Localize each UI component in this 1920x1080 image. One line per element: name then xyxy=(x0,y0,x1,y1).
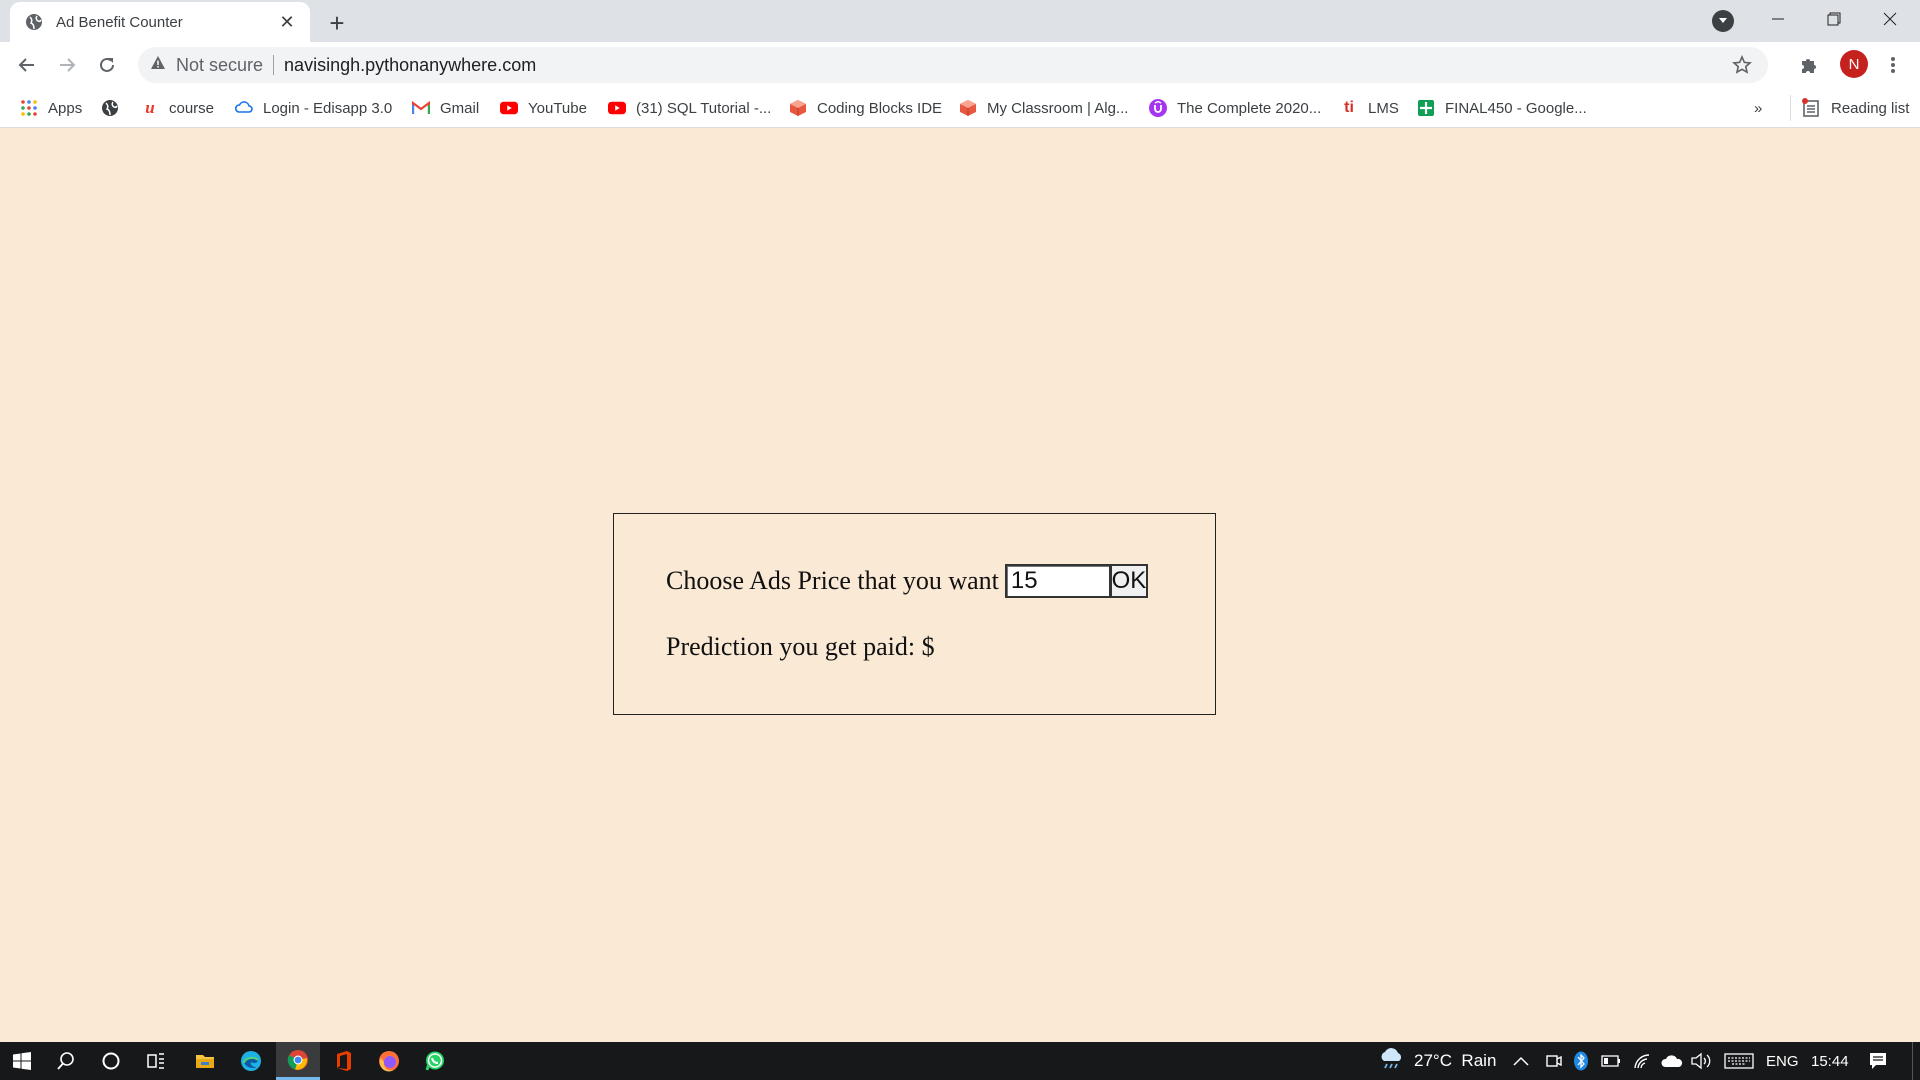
tab-search-icon[interactable] xyxy=(1712,10,1734,32)
tab-ad-benefit-counter[interactable]: Ad Benefit Counter ✕ xyxy=(10,2,310,42)
gmail-icon xyxy=(412,99,430,117)
ok-button[interactable]: OK xyxy=(1109,564,1148,598)
bookmark-udemy-course[interactable]: The Complete 2020... xyxy=(1149,95,1321,121)
forward-button[interactable] xyxy=(52,50,82,80)
extensions-puzzle-icon[interactable] xyxy=(1797,53,1821,77)
whatsapp-icon[interactable] xyxy=(413,1042,457,1080)
address-bar[interactable]: Not secure navisingh.pythonanywhere.com xyxy=(138,47,1768,83)
task-view-icon[interactable] xyxy=(134,1042,178,1080)
bookmark-star-icon[interactable] xyxy=(1730,53,1754,77)
cloud-icon xyxy=(235,99,253,117)
edge-icon[interactable] xyxy=(229,1042,273,1080)
apps-grid-icon xyxy=(20,99,38,117)
battery-icon[interactable] xyxy=(1601,1042,1621,1080)
back-button[interactable] xyxy=(12,50,42,80)
bookmark-label: The Complete 2020... xyxy=(1177,99,1322,117)
bookmark-label: My Classroom | Alg... xyxy=(987,99,1129,117)
tab-strip: Ad Benefit Counter ✕ + xyxy=(0,0,1920,42)
bookmark-coding-blocks[interactable]: Coding Blocks IDE xyxy=(789,95,942,121)
bluetooth-icon[interactable] xyxy=(1573,1042,1589,1080)
chrome-taskbar-icon[interactable] xyxy=(276,1042,320,1080)
bookmarks-bar: Apps u course Login - Edisapp 3.0 Gmail … xyxy=(0,88,1920,128)
weather-widget[interactable]: 27°C Rain xyxy=(1378,1042,1496,1080)
windows-taskbar: 27°C Rain ENG 15:44 xyxy=(0,1042,1920,1080)
udemy-icon xyxy=(1149,99,1167,117)
meet-now-icon[interactable] xyxy=(1545,1042,1563,1080)
bookmark-label: YouTube xyxy=(528,99,587,117)
chevron-up-icon[interactable] xyxy=(1513,1042,1529,1080)
bookmark-sql-tutorial[interactable]: (31) SQL Tutorial -... xyxy=(608,95,771,121)
volume-icon[interactable] xyxy=(1690,1042,1712,1080)
bookmark-globe[interactable] xyxy=(101,95,129,121)
search-icon[interactable] xyxy=(44,1042,88,1080)
minimize-button[interactable] xyxy=(1750,0,1806,38)
new-tab-button[interactable]: + xyxy=(322,8,352,38)
wifi-icon[interactable] xyxy=(1633,1042,1651,1080)
onedrive-cloud-icon[interactable] xyxy=(1661,1042,1683,1080)
divider xyxy=(273,55,275,75)
warning-icon[interactable] xyxy=(150,55,166,76)
firefox-icon[interactable] xyxy=(367,1042,411,1080)
bookmark-label: Apps xyxy=(48,99,83,117)
price-row: Choose Ads Price that you want OK xyxy=(666,564,1148,598)
show-desktop-button[interactable] xyxy=(1912,1042,1913,1080)
restore-button[interactable] xyxy=(1806,0,1862,38)
bookmark-course[interactable]: u course xyxy=(141,95,214,121)
bookmarks-overflow-button[interactable]: » xyxy=(1754,95,1762,121)
start-button[interactable] xyxy=(0,1042,44,1080)
browser-toolbar: Not secure navisingh.pythonanywhere.com … xyxy=(0,42,1920,88)
weather-rain-icon xyxy=(1378,1047,1406,1075)
price-input[interactable] xyxy=(1004,564,1110,598)
globe-icon xyxy=(101,99,119,117)
bookmark-edisapp[interactable]: Login - Edisapp 3.0 xyxy=(235,95,392,121)
cube-icon xyxy=(789,99,807,117)
globe-icon xyxy=(24,12,44,32)
bookmark-label: Gmail xyxy=(440,99,480,117)
bookmark-gmail[interactable]: Gmail xyxy=(412,95,479,121)
price-label: Choose Ads Price that you want xyxy=(666,566,999,595)
reading-list-label: Reading list xyxy=(1831,99,1910,117)
notifications-icon[interactable] xyxy=(1868,1042,1888,1080)
reading-list-button[interactable]: Reading list xyxy=(1790,95,1909,121)
u-logo-icon: u xyxy=(145,98,155,117)
clock[interactable]: 15:44 xyxy=(1811,1042,1849,1080)
reload-button[interactable] xyxy=(92,50,122,80)
lms-icon: ti xyxy=(1344,99,1354,116)
page-content: Choose Ads Price that you want OK Predic… xyxy=(0,129,1920,1042)
reading-list-icon xyxy=(1801,98,1821,118)
close-window-button[interactable] xyxy=(1862,0,1918,38)
security-status[interactable]: Not secure xyxy=(176,55,263,76)
language-indicator[interactable]: ENG xyxy=(1766,1042,1799,1080)
touch-keyboard-icon[interactable] xyxy=(1724,1042,1754,1080)
bookmark-my-classroom[interactable]: My Classroom | Alg... xyxy=(959,95,1128,121)
bookmark-label: Login - Edisapp 3.0 xyxy=(263,99,393,117)
url-text[interactable]: navisingh.pythonanywhere.com xyxy=(284,55,536,76)
bookmark-lms[interactable]: ti LMS xyxy=(1340,95,1399,121)
bookmark-label: LMS xyxy=(1368,99,1399,117)
office-icon[interactable] xyxy=(322,1042,366,1080)
weather-text: 27°C Rain xyxy=(1414,1051,1497,1070)
bookmark-final450[interactable]: FINAL450 - Google... xyxy=(1417,95,1587,121)
bookmark-label: FINAL450 - Google... xyxy=(1445,99,1587,117)
bookmark-label: course xyxy=(169,99,215,117)
tab-title: Ad Benefit Counter xyxy=(56,13,183,31)
bookmark-label: (31) SQL Tutorial -... xyxy=(636,99,772,117)
file-explorer-icon[interactable] xyxy=(183,1042,227,1080)
bookmark-label: Coding Blocks IDE xyxy=(817,99,943,117)
close-tab-icon[interactable]: ✕ xyxy=(276,11,298,33)
cortana-icon[interactable] xyxy=(89,1042,133,1080)
sheets-icon xyxy=(1417,99,1435,117)
bookmark-youtube[interactable]: YouTube xyxy=(500,95,587,121)
more-menu-icon[interactable] xyxy=(1880,50,1906,80)
profile-avatar[interactable]: N xyxy=(1840,50,1868,78)
ad-price-form: Choose Ads Price that you want OK Predic… xyxy=(613,513,1216,715)
prediction-text: Prediction you get paid: $ xyxy=(666,632,935,661)
youtube-icon xyxy=(500,99,518,117)
bookmark-apps[interactable]: Apps xyxy=(20,95,82,121)
cube-icon xyxy=(959,99,977,117)
youtube-icon xyxy=(608,99,626,117)
